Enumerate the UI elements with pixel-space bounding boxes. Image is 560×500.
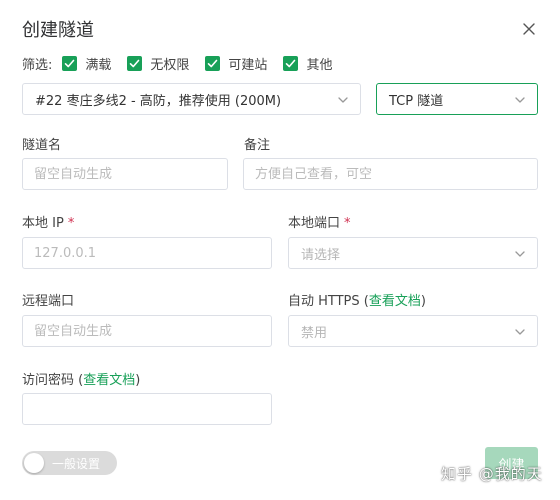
- watermark: 知乎 @我的天: [441, 465, 543, 483]
- local-port-label: 本地端口 *: [288, 212, 351, 231]
- access-password-label: 访问密码 (查看文档): [22, 369, 140, 388]
- required-marker: *: [67, 216, 75, 231]
- filter-checkbox-site-capable[interactable]: 可建站: [205, 54, 267, 73]
- filter-checkbox-other[interactable]: 其他: [283, 54, 332, 73]
- dialog-title: 创建隧道: [22, 20, 94, 41]
- auto-https-docs-link[interactable]: 查看文档: [369, 294, 421, 309]
- paren-close: ): [135, 373, 141, 388]
- remote-port-input[interactable]: [22, 315, 272, 347]
- remote-port-label: 远程端口: [22, 294, 75, 309]
- paren-close: ): [420, 294, 426, 309]
- chevron-down-icon: [514, 94, 526, 110]
- node-select-value: #22 枣庄多线2 - 高防，推荐使用 (200M): [35, 93, 282, 109]
- filter-checkbox-label: 无权限: [150, 57, 190, 73]
- paren-open: (: [359, 294, 369, 309]
- chevron-down-icon: [337, 94, 349, 110]
- protocol-select[interactable]: TCP 隧道: [376, 83, 538, 115]
- checkmark-icon: [283, 55, 299, 71]
- tunnel-name-input[interactable]: [22, 158, 228, 190]
- remark-label: 备注: [244, 138, 271, 153]
- remark-input[interactable]: [243, 158, 538, 190]
- checkmark-icon: [62, 55, 78, 71]
- node-select[interactable]: #22 枣庄多线2 - 高防，推荐使用 (200M): [22, 83, 361, 115]
- filter-checkbox-label: 其他: [306, 57, 333, 73]
- tunnel-name-label: 隧道名: [22, 138, 62, 153]
- filter-row: 筛选: 满载 无权限 可建站 其他: [22, 53, 348, 73]
- chevron-down-icon: [514, 248, 526, 264]
- local-ip-input[interactable]: [22, 237, 272, 269]
- local-port-placeholder: 请选择: [301, 247, 341, 263]
- paren-open: (: [74, 373, 84, 388]
- filter-checkbox-label: 可建站: [228, 57, 268, 73]
- local-port-select[interactable]: 请选择: [288, 237, 538, 269]
- toggle-knob: [24, 453, 44, 473]
- auto-https-select[interactable]: 禁用: [288, 315, 538, 347]
- filter-checkbox-no-permission[interactable]: 无权限: [127, 54, 189, 73]
- protocol-select-value: TCP 隧道: [389, 93, 444, 109]
- auto-https-label-text: 自动 HTTPS: [288, 294, 360, 309]
- local-ip-label-text: 本地 IP: [22, 216, 64, 231]
- chevron-down-icon: [514, 326, 526, 342]
- checkmark-icon: [127, 55, 143, 71]
- local-ip-label: 本地 IP *: [22, 212, 74, 231]
- filter-checkbox-label: 满载: [85, 57, 112, 73]
- filter-checkbox-full[interactable]: 满载: [62, 54, 111, 73]
- access-password-input[interactable]: [22, 393, 272, 425]
- general-settings-toggle[interactable]: 一般设置: [22, 451, 117, 475]
- checkmark-icon: [205, 55, 221, 71]
- close-icon[interactable]: [518, 18, 540, 40]
- access-password-label-text: 访问密码: [22, 373, 75, 388]
- auto-https-value: 禁用: [301, 325, 328, 341]
- auto-https-label: 自动 HTTPS (查看文档): [288, 290, 426, 309]
- required-marker: *: [344, 216, 351, 231]
- toggle-label: 一般设置: [52, 457, 101, 471]
- filter-label: 筛选:: [22, 57, 53, 73]
- access-password-docs-link[interactable]: 查看文档: [83, 373, 135, 388]
- local-port-label-text: 本地端口: [288, 216, 341, 231]
